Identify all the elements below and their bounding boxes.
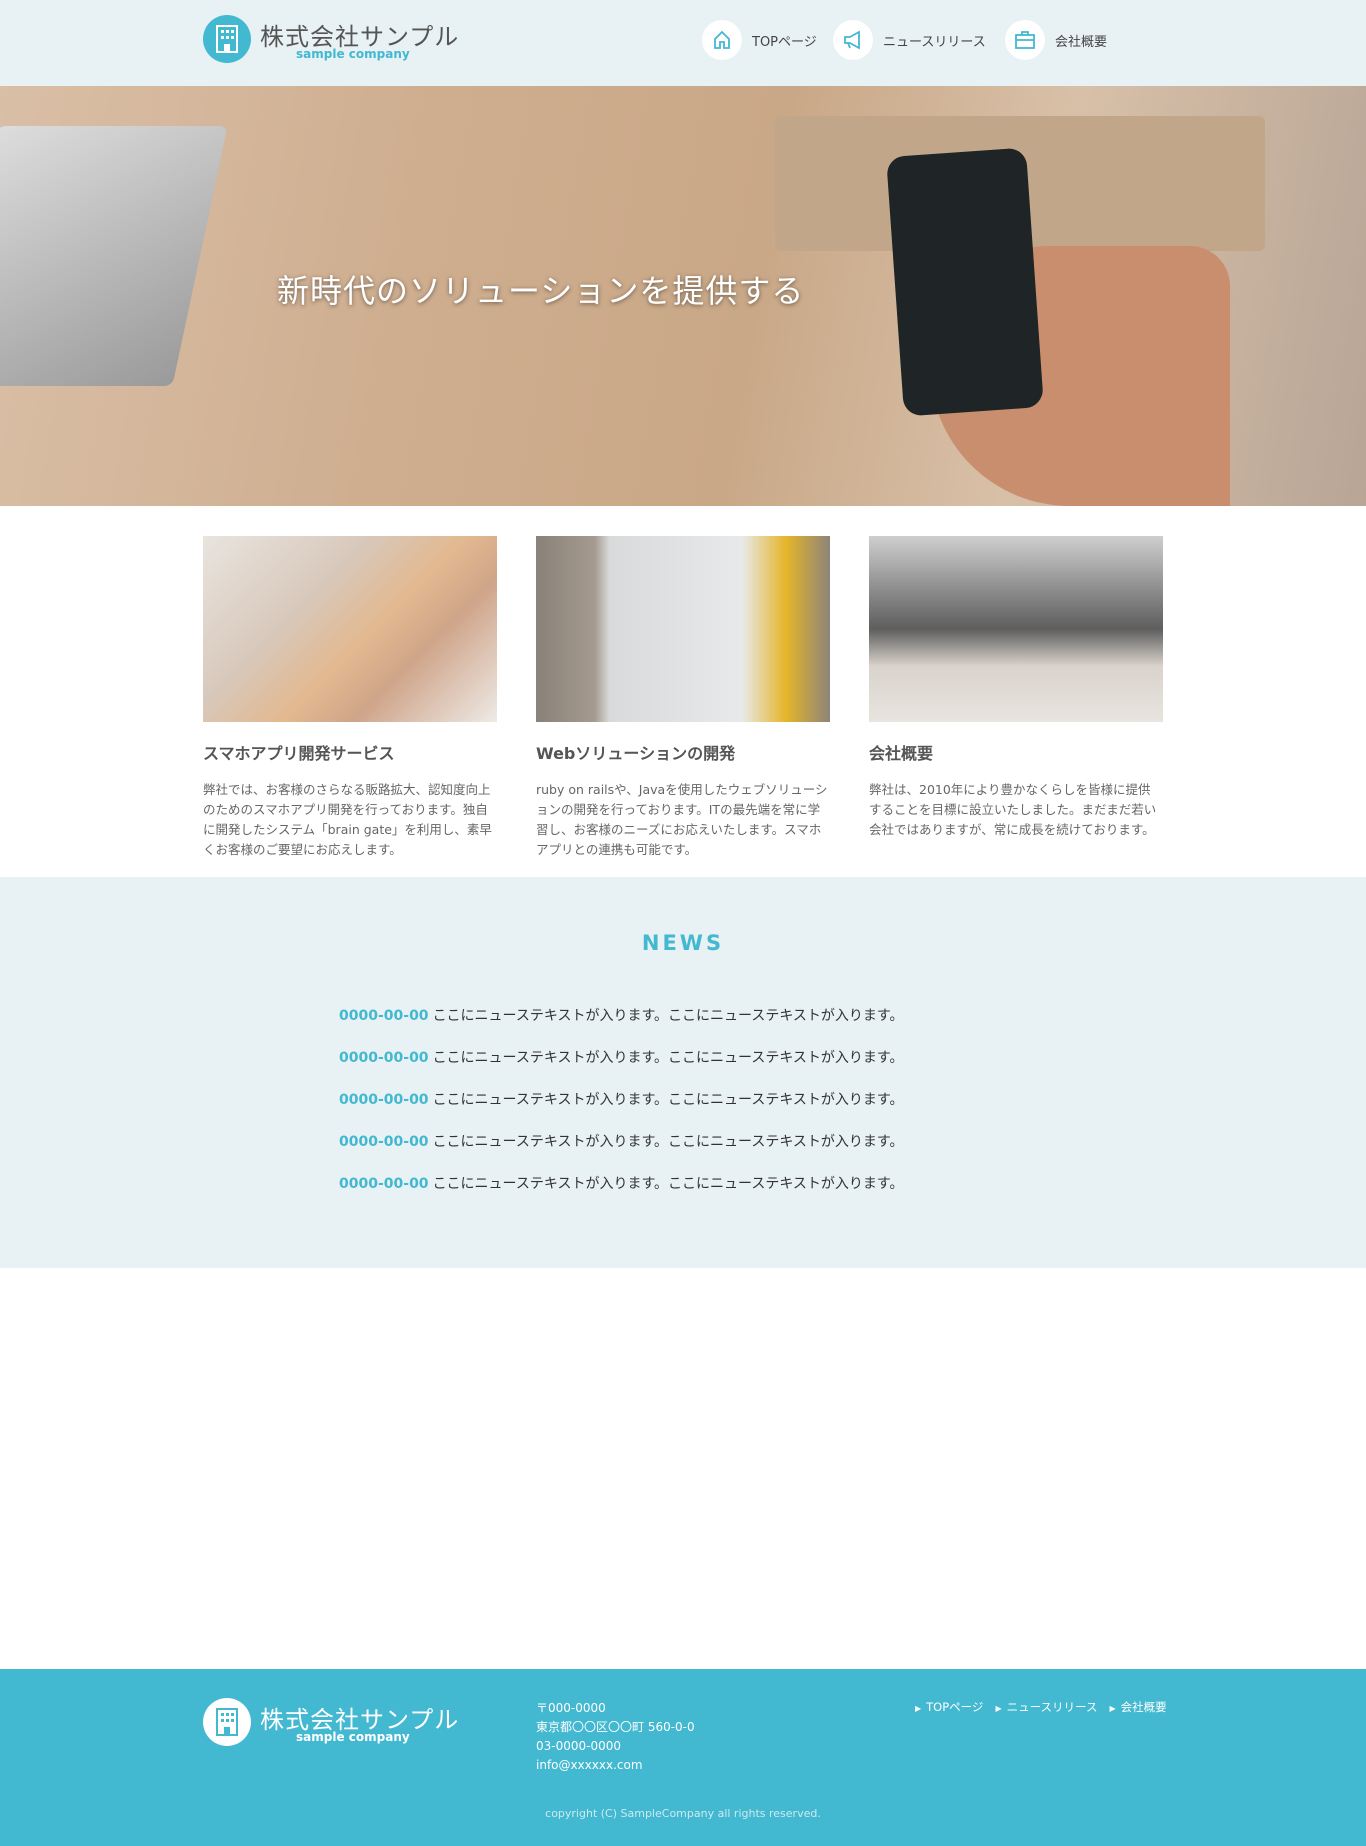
service-card: 会社概要 弊社は、2010年により豊かなくらしを皆様に提供することを目標に設立い…	[869, 536, 1163, 840]
news-item[interactable]: 0000-00-00 ここにニューステキストが入ります。ここにニューステキストが入…	[339, 1089, 904, 1109]
footer-logo[interactable]: 株式会社サンプル sample company	[203, 1698, 463, 1748]
news-heading: NEWS	[641, 931, 725, 955]
hero-tagline: 新時代のソリューションを提供する	[277, 272, 805, 310]
caret-right-icon: ▶	[995, 1704, 1002, 1713]
news-text: ここにニューステキストが入ります。ここにニューステキストが入ります。	[432, 1176, 904, 1192]
news-item[interactable]: 0000-00-00 ここにニューステキストが入ります。ここにニューステキストが入…	[339, 1005, 904, 1025]
email: info@xxxxxx.com	[536, 1758, 643, 1772]
card-text: 弊社は、2010年により豊かなくらしを皆様に提供することを目標に設立いたしました…	[869, 782, 1157, 837]
footer-link-news[interactable]: ▶ ニュースリリース	[995, 1699, 1097, 1715]
site-footer: 株式会社サンプル sample company 〒000-0000 東京都〇〇区…	[0, 1669, 1366, 1846]
phone: 03-0000-0000	[536, 1739, 622, 1753]
caret-right-icon: ▶	[915, 1704, 922, 1713]
news-item[interactable]: 0000-00-00 ここにニューステキストが入ります。ここにニューステキストが入…	[339, 1131, 904, 1151]
address: 東京都〇〇区〇〇町 560-0-0	[536, 1720, 695, 1734]
building-icon	[203, 1698, 251, 1746]
megaphone-icon	[833, 20, 873, 60]
logo-subtitle: sample company	[296, 47, 410, 61]
nav-top[interactable]: TOPページ	[702, 20, 817, 60]
postal-code: 〒000-0000	[536, 1701, 606, 1715]
news-item[interactable]: 0000-00-00 ここにニューステキストが入ります。ここにニューステキストが入…	[339, 1047, 904, 1067]
hero-phone	[886, 147, 1044, 417]
hero-laptop	[0, 126, 228, 386]
card-title: Webソリューションの開発	[536, 744, 736, 763]
footer-nav: ▶ TOPページ ▶ ニュースリリース ▶ 会社概要	[915, 1699, 1167, 1715]
footer-link-top[interactable]: ▶ TOPページ	[915, 1699, 983, 1715]
site-header: 株式会社サンプル sample company TOPページ ニュースリリース …	[0, 0, 1366, 86]
footer-address: 〒000-0000 東京都〇〇区〇〇町 560-0-0 03-0000-0000…	[536, 1699, 695, 1775]
news-text: ここにニューステキストが入ります。ここにニューステキストが入ります。	[432, 1134, 904, 1150]
news-date: 0000-00-00	[339, 1008, 429, 1024]
briefcase-icon	[1005, 20, 1045, 60]
news-section: NEWS 0000-00-00 ここにニューステキストが入ります。ここにニューステ…	[0, 877, 1366, 1268]
logo-subtitle: sample company	[296, 1730, 410, 1744]
card-title: 会社概要	[869, 744, 934, 763]
card-text: ruby on railsや、Javaを使用したウェブソリューションの開発を行っ…	[536, 782, 828, 857]
nav-label: ニュースリリース	[883, 34, 986, 50]
news-text: ここにニューステキストが入ります。ここにニューステキストが入ります。	[432, 1008, 904, 1024]
card-text: 弊社では、お客様のさらなる販路拡大、認知度向上のためのスマホアプリ開発を行ってお…	[203, 782, 492, 857]
link-label: ニュースリリース	[1006, 1700, 1098, 1714]
service-card: スマホアプリ開発サービス 弊社では、お客様のさらなる販路拡大、認知度向上のための…	[203, 536, 497, 860]
nav-label: 会社概要	[1055, 34, 1108, 50]
building-icon	[203, 15, 251, 63]
copyright: copyright (C) SampleCompany all rights r…	[545, 1807, 821, 1820]
logo[interactable]: 株式会社サンプル sample company	[203, 15, 463, 65]
nav-company[interactable]: 会社概要	[1005, 20, 1107, 60]
link-label: 会社概要	[1120, 1700, 1167, 1714]
nav-label: TOPページ	[752, 34, 817, 50]
news-date: 0000-00-00	[339, 1050, 429, 1066]
news-text: ここにニューステキストが入ります。ここにニューステキストが入ります。	[432, 1092, 904, 1108]
office-image	[869, 536, 1163, 722]
news-text: ここにニューステキストが入ります。ここにニューステキストが入ります。	[432, 1050, 904, 1066]
hero-banner: 新時代のソリューションを提供する	[0, 86, 1366, 506]
service-card: Webソリューションの開発 ruby on railsや、Javaを使用したウェ…	[536, 536, 830, 860]
nav-news[interactable]: ニュースリリース	[833, 20, 986, 60]
smartphone-image	[203, 536, 497, 722]
home-icon	[702, 20, 742, 60]
laptop-image	[536, 536, 830, 722]
caret-right-icon: ▶	[1109, 1704, 1116, 1713]
news-date: 0000-00-00	[339, 1134, 429, 1150]
news-item[interactable]: 0000-00-00 ここにニューステキストが入ります。ここにニューステキストが入…	[339, 1173, 904, 1193]
link-label: TOPページ	[926, 1700, 984, 1714]
card-title: スマホアプリ開発サービス	[203, 744, 395, 763]
footer-link-company[interactable]: ▶ 会社概要	[1109, 1699, 1166, 1715]
news-date: 0000-00-00	[339, 1176, 429, 1192]
news-date: 0000-00-00	[339, 1092, 429, 1108]
